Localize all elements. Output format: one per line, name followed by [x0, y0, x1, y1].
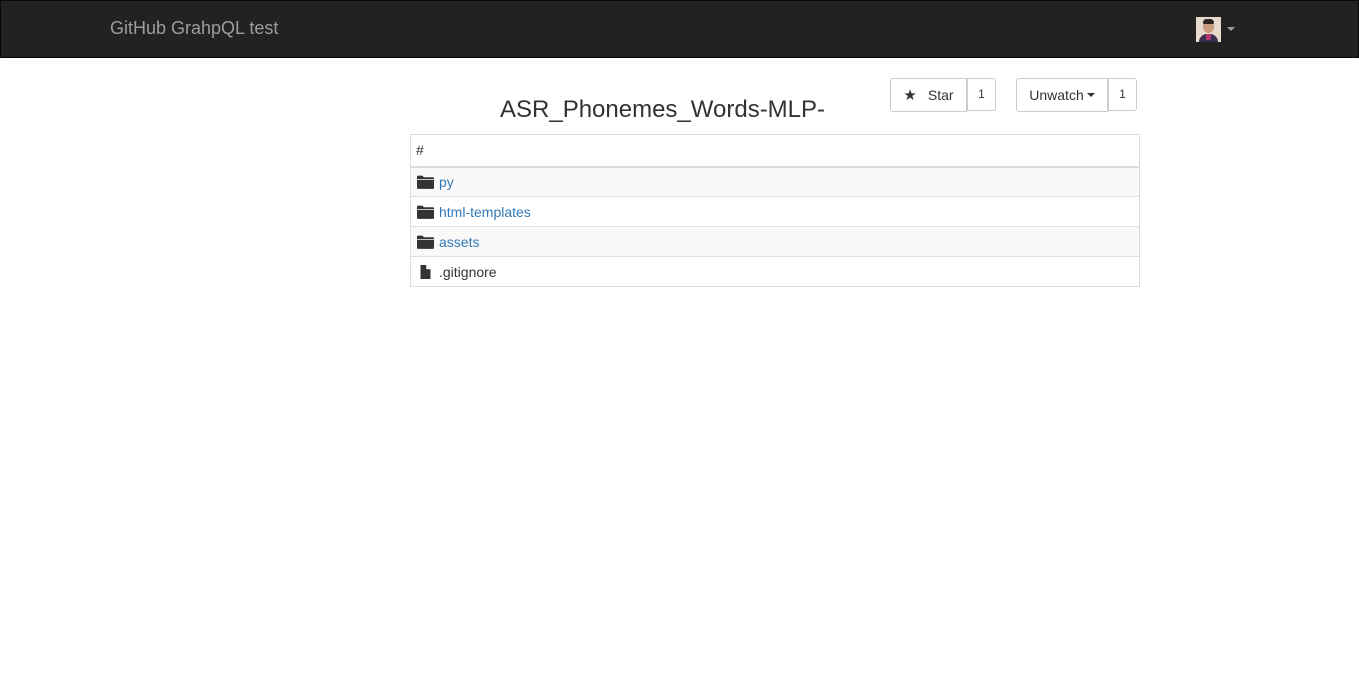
folder-icon [417, 235, 434, 249]
file-table: # py html-templates assets .gitignore [410, 134, 1140, 287]
caret-down-icon [1227, 27, 1235, 31]
unwatch-button[interactable]: Unwatch [1016, 78, 1108, 112]
star-button[interactable]: ★ Star [890, 78, 967, 112]
file-name[interactable]: .gitignore [439, 264, 497, 280]
file-link[interactable]: py [439, 174, 454, 190]
star-button-label: Star [927, 87, 954, 103]
file-table-header: # [410, 134, 1140, 168]
navbar: GitHub GrahpQL test [0, 0, 1359, 58]
star-count[interactable]: 1 [967, 78, 996, 111]
file-icon [420, 264, 431, 279]
avatar [1196, 16, 1221, 42]
star-icon: ★ [903, 86, 917, 104]
repo-title: ASR_Phonemes_Words-MLP- [500, 96, 826, 123]
folder-icon [417, 205, 434, 219]
table-row: assets [410, 226, 1140, 257]
user-menu-toggle[interactable] [1196, 16, 1235, 42]
table-row: .gitignore [410, 256, 1140, 287]
watch-count[interactable]: 1 [1108, 78, 1137, 111]
table-row: py [410, 166, 1140, 197]
file-link[interactable]: html-templates [439, 204, 531, 220]
navbar-brand[interactable]: GitHub GrahpQL test [110, 18, 278, 38]
folder-icon [417, 175, 434, 189]
file-link[interactable]: assets [439, 234, 479, 250]
unwatch-button-label: Unwatch [1029, 87, 1084, 103]
table-row: html-templates [410, 196, 1140, 227]
caret-down-icon [1086, 93, 1095, 97]
